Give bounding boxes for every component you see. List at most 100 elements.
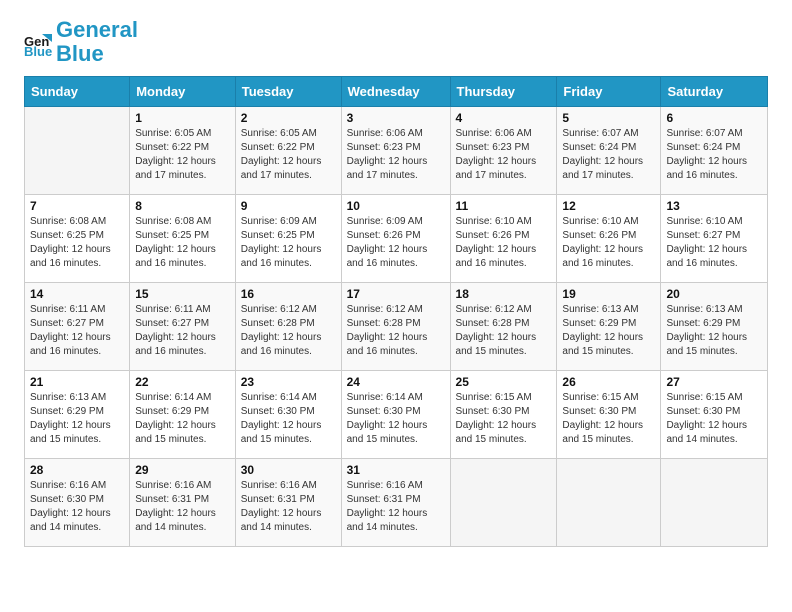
day-cell: 10 Sunrise: 6:09 AM Sunset: 6:26 PM Dayl… xyxy=(341,195,450,283)
day-number: 19 xyxy=(562,287,655,301)
sunset-text: Sunset: 6:29 PM xyxy=(562,318,636,329)
day-number: 6 xyxy=(666,111,762,125)
day-info: Sunrise: 6:13 AM Sunset: 6:29 PM Dayligh… xyxy=(30,391,124,447)
day-info: Sunrise: 6:16 AM Sunset: 6:31 PM Dayligh… xyxy=(347,479,445,535)
day-number: 3 xyxy=(347,111,445,125)
daylight-text: Daylight: 12 hours and 15 minutes. xyxy=(456,332,537,357)
logo-text: General Blue xyxy=(56,18,138,66)
day-cell: 8 Sunrise: 6:08 AM Sunset: 6:25 PM Dayli… xyxy=(130,195,236,283)
day-cell: 13 Sunrise: 6:10 AM Sunset: 6:27 PM Dayl… xyxy=(661,195,768,283)
day-info: Sunrise: 6:14 AM Sunset: 6:30 PM Dayligh… xyxy=(347,391,445,447)
day-cell: 23 Sunrise: 6:14 AM Sunset: 6:30 PM Dayl… xyxy=(235,371,341,459)
sunrise-text: Sunrise: 6:12 AM xyxy=(347,304,423,315)
sunrise-text: Sunrise: 6:14 AM xyxy=(135,392,211,403)
day-cell: 9 Sunrise: 6:09 AM Sunset: 6:25 PM Dayli… xyxy=(235,195,341,283)
day-number: 23 xyxy=(241,375,336,389)
daylight-text: Daylight: 12 hours and 16 minutes. xyxy=(30,244,111,269)
daylight-text: Daylight: 12 hours and 17 minutes. xyxy=(456,156,537,181)
day-info: Sunrise: 6:05 AM Sunset: 6:22 PM Dayligh… xyxy=(135,127,230,183)
day-cell: 30 Sunrise: 6:16 AM Sunset: 6:31 PM Dayl… xyxy=(235,459,341,547)
day-cell: 14 Sunrise: 6:11 AM Sunset: 6:27 PM Dayl… xyxy=(25,283,130,371)
sunset-text: Sunset: 6:25 PM xyxy=(241,230,315,241)
day-cell: 11 Sunrise: 6:10 AM Sunset: 6:26 PM Dayl… xyxy=(450,195,557,283)
daylight-text: Daylight: 12 hours and 14 minutes. xyxy=(30,508,111,533)
daylight-text: Daylight: 12 hours and 16 minutes. xyxy=(666,156,747,181)
day-cell xyxy=(557,459,661,547)
day-cell xyxy=(450,459,557,547)
sunset-text: Sunset: 6:30 PM xyxy=(30,494,104,505)
sunrise-text: Sunrise: 6:16 AM xyxy=(30,480,106,491)
day-cell: 28 Sunrise: 6:16 AM Sunset: 6:30 PM Dayl… xyxy=(25,459,130,547)
day-cell xyxy=(25,107,130,195)
week-row-4: 21 Sunrise: 6:13 AM Sunset: 6:29 PM Dayl… xyxy=(25,371,768,459)
day-info: Sunrise: 6:06 AM Sunset: 6:23 PM Dayligh… xyxy=(456,127,552,183)
day-number: 12 xyxy=(562,199,655,213)
day-number: 1 xyxy=(135,111,230,125)
sunrise-text: Sunrise: 6:15 AM xyxy=(456,392,532,403)
day-number: 27 xyxy=(666,375,762,389)
day-cell: 12 Sunrise: 6:10 AM Sunset: 6:26 PM Dayl… xyxy=(557,195,661,283)
sunset-text: Sunset: 6:23 PM xyxy=(456,142,530,153)
sunset-text: Sunset: 6:24 PM xyxy=(562,142,636,153)
sunrise-text: Sunrise: 6:15 AM xyxy=(562,392,638,403)
day-cell: 1 Sunrise: 6:05 AM Sunset: 6:22 PM Dayli… xyxy=(130,107,236,195)
day-cell: 19 Sunrise: 6:13 AM Sunset: 6:29 PM Dayl… xyxy=(557,283,661,371)
col-header-monday: Monday xyxy=(130,77,236,107)
day-info: Sunrise: 6:05 AM Sunset: 6:22 PM Dayligh… xyxy=(241,127,336,183)
sunset-text: Sunset: 6:26 PM xyxy=(562,230,636,241)
sunrise-text: Sunrise: 6:05 AM xyxy=(241,128,317,139)
daylight-text: Daylight: 12 hours and 15 minutes. xyxy=(456,420,537,445)
sunset-text: Sunset: 6:22 PM xyxy=(241,142,315,153)
logo: Gen Blue General Blue xyxy=(24,18,138,66)
calendar-table: SundayMondayTuesdayWednesdayThursdayFrid… xyxy=(24,76,768,547)
day-info: Sunrise: 6:07 AM Sunset: 6:24 PM Dayligh… xyxy=(666,127,762,183)
sunset-text: Sunset: 6:24 PM xyxy=(666,142,740,153)
day-cell: 15 Sunrise: 6:11 AM Sunset: 6:27 PM Dayl… xyxy=(130,283,236,371)
day-info: Sunrise: 6:15 AM Sunset: 6:30 PM Dayligh… xyxy=(456,391,552,447)
sunset-text: Sunset: 6:28 PM xyxy=(241,318,315,329)
day-number: 16 xyxy=(241,287,336,301)
day-number: 17 xyxy=(347,287,445,301)
day-info: Sunrise: 6:10 AM Sunset: 6:26 PM Dayligh… xyxy=(562,215,655,271)
day-number: 8 xyxy=(135,199,230,213)
day-number: 31 xyxy=(347,463,445,477)
sunrise-text: Sunrise: 6:13 AM xyxy=(666,304,742,315)
day-number: 9 xyxy=(241,199,336,213)
day-info: Sunrise: 6:16 AM Sunset: 6:31 PM Dayligh… xyxy=(135,479,230,535)
sunset-text: Sunset: 6:25 PM xyxy=(135,230,209,241)
day-info: Sunrise: 6:10 AM Sunset: 6:26 PM Dayligh… xyxy=(456,215,552,271)
sunrise-text: Sunrise: 6:13 AM xyxy=(562,304,638,315)
day-number: 13 xyxy=(666,199,762,213)
day-info: Sunrise: 6:08 AM Sunset: 6:25 PM Dayligh… xyxy=(135,215,230,271)
day-number: 26 xyxy=(562,375,655,389)
day-number: 29 xyxy=(135,463,230,477)
sunrise-text: Sunrise: 6:10 AM xyxy=(456,216,532,227)
day-number: 10 xyxy=(347,199,445,213)
week-row-2: 7 Sunrise: 6:08 AM Sunset: 6:25 PM Dayli… xyxy=(25,195,768,283)
sunrise-text: Sunrise: 6:12 AM xyxy=(241,304,317,315)
day-info: Sunrise: 6:12 AM Sunset: 6:28 PM Dayligh… xyxy=(347,303,445,359)
week-row-1: 1 Sunrise: 6:05 AM Sunset: 6:22 PM Dayli… xyxy=(25,107,768,195)
sunrise-text: Sunrise: 6:05 AM xyxy=(135,128,211,139)
day-info: Sunrise: 6:07 AM Sunset: 6:24 PM Dayligh… xyxy=(562,127,655,183)
sunset-text: Sunset: 6:29 PM xyxy=(30,406,104,417)
day-number: 24 xyxy=(347,375,445,389)
day-cell: 18 Sunrise: 6:12 AM Sunset: 6:28 PM Dayl… xyxy=(450,283,557,371)
daylight-text: Daylight: 12 hours and 15 minutes. xyxy=(135,420,216,445)
day-info: Sunrise: 6:14 AM Sunset: 6:30 PM Dayligh… xyxy=(241,391,336,447)
day-info: Sunrise: 6:16 AM Sunset: 6:31 PM Dayligh… xyxy=(241,479,336,535)
day-cell: 7 Sunrise: 6:08 AM Sunset: 6:25 PM Dayli… xyxy=(25,195,130,283)
sunset-text: Sunset: 6:26 PM xyxy=(347,230,421,241)
sunset-text: Sunset: 6:30 PM xyxy=(241,406,315,417)
col-header-friday: Friday xyxy=(557,77,661,107)
sunrise-text: Sunrise: 6:08 AM xyxy=(30,216,106,227)
sunrise-text: Sunrise: 6:13 AM xyxy=(30,392,106,403)
daylight-text: Daylight: 12 hours and 16 minutes. xyxy=(562,244,643,269)
daylight-text: Daylight: 12 hours and 16 minutes. xyxy=(347,244,428,269)
sunrise-text: Sunrise: 6:06 AM xyxy=(347,128,423,139)
daylight-text: Daylight: 12 hours and 14 minutes. xyxy=(241,508,322,533)
sunset-text: Sunset: 6:31 PM xyxy=(241,494,315,505)
sunset-text: Sunset: 6:22 PM xyxy=(135,142,209,153)
day-cell: 20 Sunrise: 6:13 AM Sunset: 6:29 PM Dayl… xyxy=(661,283,768,371)
sunset-text: Sunset: 6:31 PM xyxy=(347,494,421,505)
